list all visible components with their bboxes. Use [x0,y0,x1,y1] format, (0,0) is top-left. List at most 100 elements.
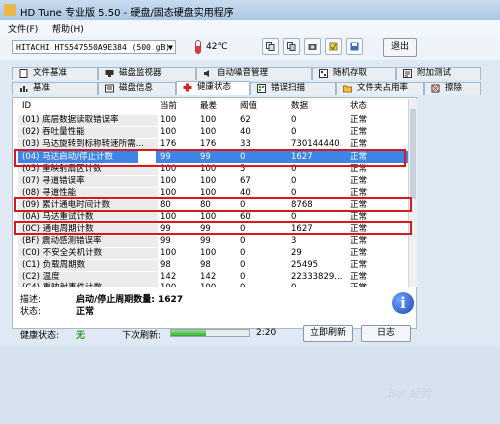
row-threshold: 0 [240,283,245,287]
app-icon [4,4,16,16]
tab-error-scan[interactable]: 错误扫描 [250,82,336,95]
col-current[interactable]: 当前 [160,101,177,112]
log-button[interactable]: 日志 [361,325,411,342]
refresh-progress-fill [171,330,207,336]
row-current: 98 [160,260,171,270]
row-id: (01) 底层数据读取错误率 [18,115,158,126]
row-worst: 99 [200,236,211,246]
tab-folder-usage[interactable]: 文件夹占用率 [336,82,424,95]
health-status-label: 健康状态: [20,331,60,341]
row-status: 正常 [350,260,368,270]
row-data: 3 [291,236,297,246]
row-id: (C2) 温度 [18,272,158,283]
row-id: (C1) 负载周期数 [18,260,158,271]
table-row[interactable]: (C1) 负载周期数 98 98 0 25495 正常 [18,260,408,271]
highlight-box [14,149,406,167]
col-worst[interactable]: 最差 [200,101,217,112]
highlight-box [14,221,412,235]
thermometer-icon [195,40,201,54]
table-row[interactable]: (C4) 重映射事件计数 100 100 0 0 正常 [18,283,408,287]
table-row[interactable]: (01) 底层数据读取错误率 100 100 62 0 正常 [18,115,408,126]
options-button[interactable] [325,38,342,55]
table-row[interactable]: (C0) 不安全关机计数 100 100 0 29 正常 [18,248,408,259]
menu-file[interactable]: 文件(F) [8,22,38,35]
col-threshold[interactable]: 阈值 [240,101,257,112]
row-id: (C0) 不安全关机计数 [18,248,158,259]
tab-label: 磁盘监视器 [119,68,162,78]
monitor-icon [105,70,114,77]
row-status: 正常 [350,272,368,282]
menu-help[interactable]: 帮助(H) [52,22,84,35]
speaker-icon [204,70,209,77]
window-title: HD Tune 专业版 5.50 - 硬盘/固态硬盘实用程序 [20,8,234,19]
disk-info-icon [105,84,114,93]
row-threshold: 0 [240,272,246,282]
next-refresh-label: 下次刷新: [122,331,162,341]
tab-label: 基准 [33,83,51,93]
app-window: HD Tune 专业版 5.50 - 硬盘/固态硬盘实用程序 文件(F) 帮助(… [0,0,500,424]
row-worst: 100 [200,283,216,287]
col-status[interactable]: 状态 [350,101,367,112]
options-icon [329,42,338,51]
screenshot-button[interactable] [304,38,321,55]
table-row[interactable]: (C2) 温度 142 142 0 22333829... 正常 [18,272,408,283]
row-current: 100 [160,127,177,137]
copy-icon [266,42,275,51]
tab-health[interactable]: 健康状态 [176,81,250,95]
table-row[interactable]: (07) 寻道错误率 100 100 67 0 正常 [18,176,408,187]
row-status: 正常 [350,283,367,287]
row-threshold: 40 [240,127,251,137]
tab-random-access[interactable]: 随机存取 [312,67,396,80]
copy-all-icon [287,42,296,51]
row-worst: 100 [200,127,217,137]
row-status: 正常 [350,115,368,125]
col-data[interactable]: 数据 [291,101,308,112]
row-current: 100 [160,176,177,186]
row-worst: 98 [200,260,211,270]
tab-disk-info[interactable]: 磁盘信息 [98,82,176,95]
tab-benchmark[interactable]: 基准 [12,82,98,95]
refresh-now-button[interactable]: 立即刷新 [303,325,353,342]
row-threshold: 0 [240,260,246,270]
table-row[interactable]: (02) 吞吐量性能 100 100 40 0 正常 [18,127,408,138]
refresh-countdown: 2:20 [256,328,277,338]
error-scan-icon [257,84,266,93]
exit-button[interactable]: 退出 [383,38,417,57]
row-threshold: 67 [240,176,251,186]
tab-label: 随机存取 [333,68,368,78]
tab-noise-management[interactable]: 自动噪音管理 [196,67,312,80]
copy-all-button[interactable] [283,38,300,55]
table-scrollbar[interactable] [408,99,417,287]
random-access-icon [319,69,328,78]
row-current: 99 [160,236,171,246]
row-id: (07) 寻道错误率 [18,176,158,187]
tab-disk-monitor[interactable]: 磁盘监视器 [98,67,196,80]
copy-button[interactable] [262,38,279,55]
highlight-box [14,197,412,212]
row-status: 正常 [350,127,368,137]
table-row[interactable]: (BF) 震动感测错误率 99 99 0 3 正常 [18,236,408,247]
row-id: (BF) 震动感测错误率 [18,236,158,247]
row-data: 25495 [291,260,319,270]
row-data: 0 [291,283,296,287]
row-status: 正常 [350,248,368,258]
tab-file-benchmark[interactable]: 文件基准 [12,67,98,80]
tab-extra-tests[interactable]: 附加测试 [396,67,481,80]
smart-table: ID 当前 最差 阈值 数据 状态 (01) 底层数据读取错误率 100 100… [18,99,408,287]
row-threshold: 62 [240,115,251,125]
drive-select[interactable]: HITACHI HTS547550A9E384 (500 gB) ▼ [12,40,176,54]
tab-label: 自动噪音管理 [217,68,269,78]
row-data: 0 [291,176,297,186]
health-cross-icon [183,83,192,92]
file-icon [19,69,28,78]
row-data: 0 [291,115,297,125]
benchmark-icon [20,86,28,92]
col-id[interactable]: ID [22,101,31,112]
state-value: 正常 [76,307,95,317]
save-button[interactable] [346,38,363,55]
watermark: Bai 经验 [388,387,431,400]
save-icon [350,42,359,51]
tab-erase[interactable]: 擦除 [424,82,481,95]
row-worst: 142 [200,272,217,282]
scrollbar-thumb[interactable] [410,109,416,199]
